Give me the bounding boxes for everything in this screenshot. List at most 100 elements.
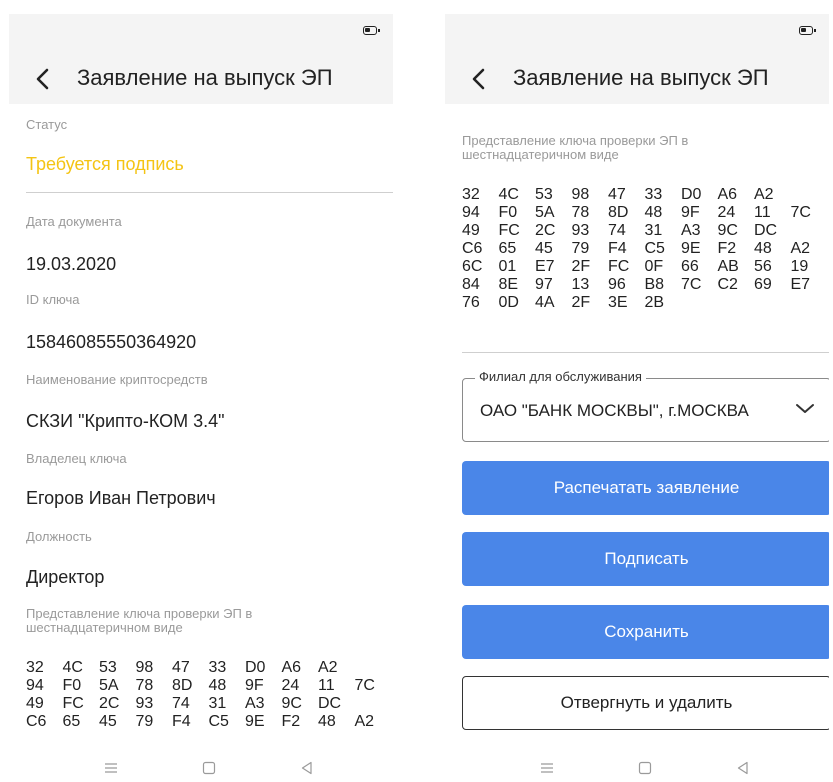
hex-byte: 2F	[571, 294, 591, 311]
hex-byte: C5	[208, 713, 229, 730]
date-label: Дата документа	[26, 214, 122, 229]
back-triangle-icon[interactable]	[299, 760, 315, 776]
print-button[interactable]: Распечатать заявление	[462, 461, 829, 515]
hex-byte: 8E	[498, 276, 519, 293]
hex-byte: DC	[754, 222, 778, 239]
hex-byte: 0D	[498, 294, 519, 311]
hex-byte: 49	[462, 222, 480, 239]
back-triangle-icon[interactable]	[735, 760, 751, 776]
hex-byte: D0	[245, 659, 266, 676]
crypto-value: СКЗИ "Крипто-КОМ 3.4"	[26, 411, 225, 431]
reject-delete-button[interactable]: Отвергнуть и удалить	[462, 676, 829, 730]
hex-byte: FC	[608, 258, 630, 275]
hex-byte: C2	[717, 276, 738, 293]
hex-byte: 45	[99, 713, 117, 730]
screen-document-actions: Заявление на выпуск ЭП Представление клю…	[445, 14, 829, 782]
hex-byte: 98	[571, 186, 590, 203]
hex-byte: 76	[462, 294, 480, 311]
hex-byte: 65	[498, 240, 517, 257]
branch-select-value: ОАО "БАНК МОСКВЫ", г.МОСКВА	[480, 401, 749, 420]
hex-byte: 19	[790, 258, 809, 275]
hex-byte: 79	[135, 713, 154, 730]
save-button[interactable]: Сохранить	[462, 605, 829, 659]
hex-byte: 32	[462, 186, 480, 203]
hex-byte: 74	[172, 695, 190, 712]
home-icon[interactable]	[637, 760, 653, 776]
hex-byte: 47	[608, 186, 626, 203]
battery-icon	[363, 26, 380, 35]
hex-byte: 32	[26, 659, 44, 676]
hex-byte: 7C	[354, 677, 375, 694]
hex-byte: 9F	[245, 677, 264, 694]
hex-byte: 93	[571, 222, 590, 239]
divider	[462, 352, 829, 353]
status-bar	[445, 14, 829, 54]
hex-byte: AB	[717, 258, 739, 275]
status-label: Статус	[26, 117, 68, 132]
hex-byte: 9F	[681, 204, 700, 221]
hex-byte: 31	[644, 222, 663, 239]
chevron-down-icon[interactable]	[794, 401, 816, 417]
screen-document-details: Заявление на выпуск ЭП Статус Требуется …	[9, 14, 393, 782]
hex-byte: A2	[790, 240, 811, 257]
hex-byte: 11	[754, 204, 771, 221]
hex-byte: 8D	[172, 677, 193, 694]
hex-byte: 2C	[99, 695, 120, 712]
system-nav-bar	[445, 752, 829, 782]
hex-byte: F0	[62, 677, 82, 694]
hex-byte: 24	[717, 204, 736, 221]
hex-byte: A2	[318, 659, 338, 676]
hex-byte: 5A	[99, 677, 119, 694]
hex-byte: 5A	[535, 204, 555, 221]
hex-byte: 78	[571, 204, 590, 221]
hex-byte: 4C	[498, 186, 519, 203]
back-arrow-icon[interactable]	[466, 65, 494, 93]
divider	[26, 192, 393, 193]
owner-value: Егоров Иван Петрович	[26, 488, 216, 508]
hex-byte: 8D	[608, 204, 629, 221]
app-bar: Заявление на выпуск ЭП	[445, 54, 829, 104]
hex-byte: A3	[245, 695, 265, 712]
hex-byte: A6	[717, 186, 738, 203]
hex-byte: C6	[26, 713, 47, 730]
status-bar	[9, 14, 393, 54]
hex-byte: 0F	[644, 258, 664, 275]
battery-icon	[799, 26, 816, 35]
back-arrow-icon[interactable]	[30, 65, 58, 93]
menu-icon[interactable]	[103, 760, 119, 776]
home-icon[interactable]	[201, 760, 217, 776]
app-bar: Заявление на выпуск ЭП	[9, 54, 393, 104]
hex-byte: 65	[62, 713, 81, 730]
position-value: Директор	[26, 567, 105, 587]
hex-byte: A2	[354, 713, 375, 730]
hex-byte: 33	[208, 659, 227, 676]
hex-byte: 3E	[608, 294, 628, 311]
hex-byte: 69	[754, 276, 772, 293]
hex-byte: E7	[535, 258, 555, 275]
hex-byte: 33	[644, 186, 663, 203]
sign-button[interactable]: Подписать	[462, 532, 829, 586]
hex-byte: 2C	[535, 222, 556, 239]
hex-byte: 56	[754, 258, 772, 275]
hex-byte: 97	[535, 276, 553, 293]
owner-label: Владелец ключа	[26, 451, 127, 466]
hex-byte: 31	[208, 695, 227, 712]
key-representation-label: Представление ключа проверки ЭП в шестна…	[462, 133, 689, 162]
hex-byte: F0	[498, 204, 518, 221]
branch-select[interactable]: Филиал для обслуживания ОАО "БАНК МОСКВЫ…	[462, 369, 829, 442]
hex-byte: 24	[281, 677, 300, 694]
hex-byte: 94	[26, 677, 44, 694]
hex-byte: 78	[135, 677, 154, 694]
hex-byte: 93	[135, 695, 154, 712]
hex-byte: FC	[62, 695, 84, 712]
hex-byte: 98	[135, 659, 154, 676]
hex-byte: 6C	[462, 258, 483, 275]
hex-byte: 96	[608, 276, 626, 293]
hex-byte: 49	[26, 695, 44, 712]
branch-select-label: Филиал для обслуживания	[475, 369, 646, 384]
menu-icon[interactable]	[539, 760, 555, 776]
hex-byte: 79	[571, 240, 590, 257]
date-value: 19.03.2020	[26, 254, 117, 274]
hex-byte: 11	[318, 677, 335, 694]
hex-byte: 9E	[245, 713, 265, 730]
